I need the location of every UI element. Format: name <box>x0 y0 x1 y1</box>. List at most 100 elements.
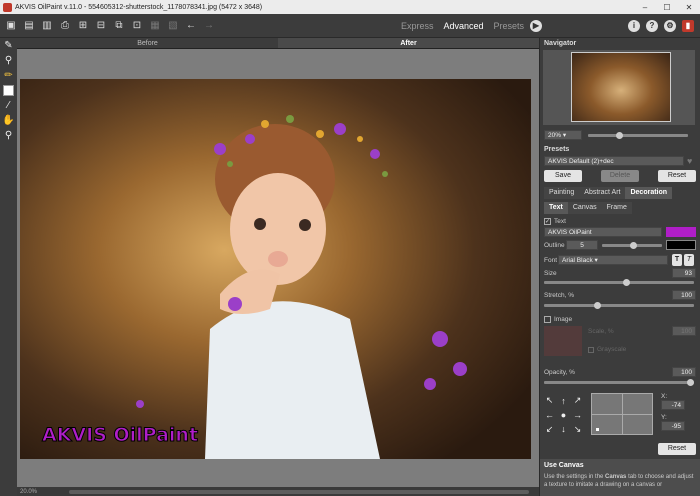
info-icon[interactable]: i <box>628 19 640 32</box>
arrow-down-icon[interactable]: ↓ <box>558 424 569 435</box>
image-preview[interactable] <box>544 326 582 356</box>
x-label: X: <box>661 393 668 400</box>
arrow-up-left-icon[interactable]: ↖ <box>544 395 555 406</box>
position-grid[interactable] <box>591 393 653 435</box>
position-arrows: ↖ ↑ ↗ ← ● → ↙ ↓ ↘ <box>544 395 583 435</box>
print-icon[interactable]: ⎙ <box>58 19 72 33</box>
image-viewport[interactable]: AKVIS OilPaint <box>17 49 539 487</box>
arrow-down-left-icon[interactable]: ↙ <box>544 424 555 435</box>
status-bar: 20.0% <box>17 487 539 496</box>
open-file-icon[interactable]: ▤ <box>22 19 36 33</box>
outline-slider[interactable] <box>602 241 662 249</box>
run-processing-icon[interactable]: ▶ <box>530 19 542 32</box>
size-input[interactable]: 93 <box>672 268 696 278</box>
gear-icon[interactable]: ⚙ <box>664 19 676 32</box>
image-checkbox[interactable] <box>544 316 551 323</box>
painted-photo[interactable]: AKVIS OilPaint <box>20 79 531 459</box>
stretch-label: Stretch, % <box>544 291 574 299</box>
mode-express[interactable]: Express <box>401 21 434 31</box>
window-title: AKVIS OilPaint v.11.0 - 554605312-shutte… <box>15 3 263 11</box>
oil-painting-image <box>20 79 531 459</box>
y-input[interactable]: -95 <box>661 421 685 431</box>
run-icon[interactable]: ▦ <box>148 19 162 33</box>
favorite-icon[interactable]: ♥ <box>687 156 692 166</box>
export-icon[interactable]: ⧉ <box>112 19 126 33</box>
mode-advanced[interactable]: Advanced <box>443 21 483 31</box>
opacity-slider[interactable] <box>544 379 694 386</box>
opacity-label: Opacity, % <box>544 368 575 376</box>
outline-color-swatch[interactable] <box>666 240 696 250</box>
italic-button[interactable]: T <box>684 254 694 266</box>
arrow-down-right-icon[interactable]: ↘ <box>572 424 583 435</box>
close-button[interactable]: ✕ <box>678 3 700 12</box>
text-checkbox[interactable]: ✓ <box>544 218 551 225</box>
outline-input[interactable]: 5 <box>566 240 598 250</box>
share-icon[interactable]: ⊞ <box>76 19 90 33</box>
settings-tabs: Painting Abstract Art Decoration <box>544 187 696 199</box>
crop-brush-icon[interactable]: ⚲ <box>0 53 17 68</box>
navigator-preview[interactable] <box>543 50 695 125</box>
scale-input[interactable]: 100 <box>672 326 696 336</box>
presets-header: Presets <box>544 146 570 153</box>
help-text: Use the settings in the Canvas tab to ch… <box>544 474 694 488</box>
save-icon[interactable]: ▥ <box>40 19 54 33</box>
grayscale-checkbox[interactable] <box>588 346 594 353</box>
scale-label: Scale, % <box>588 327 614 335</box>
batch-icon[interactable]: ⊟ <box>94 19 108 33</box>
hand-icon[interactable]: ✋ <box>0 113 17 128</box>
opacity-input[interactable]: 100 <box>672 367 696 377</box>
redo-icon[interactable]: → <box>202 19 216 33</box>
reset-text-button[interactable]: Reset <box>658 443 696 455</box>
help-panel: Use Canvas Use the settings in the Canva… <box>540 459 700 496</box>
navigator-thumbnail[interactable] <box>571 52 671 122</box>
reset-preset-button[interactable]: Reset <box>658 170 696 182</box>
delete-preset-button[interactable]: Delete <box>601 170 639 182</box>
tab-abstract-art[interactable]: Abstract Art <box>579 187 626 199</box>
maximize-button[interactable]: ☐ <box>656 3 678 12</box>
text-color-swatch[interactable] <box>666 227 696 237</box>
plugin-icon[interactable]: ⊡ <box>130 19 144 33</box>
minimize-button[interactable]: – <box>634 3 656 12</box>
open-image-icon[interactable]: ▣ <box>4 19 18 33</box>
center-dot-icon[interactable]: ● <box>558 409 569 420</box>
help-icon[interactable]: ? <box>646 19 658 32</box>
arrow-up-icon[interactable]: ↑ <box>558 395 569 406</box>
bold-button[interactable]: T <box>672 254 682 266</box>
tab-before[interactable]: Before <box>17 38 278 49</box>
arrow-right-icon[interactable]: → <box>572 409 583 420</box>
arrow-left-icon[interactable]: ← <box>544 409 555 420</box>
stretch-slider[interactable] <box>544 302 694 309</box>
font-label: Font <box>544 256 558 264</box>
tab-frame[interactable]: Frame <box>601 202 632 214</box>
font-select[interactable]: Arial Black ▾ <box>558 255 668 265</box>
undo-icon[interactable]: ← <box>184 19 198 33</box>
decoration-tabs: Text Canvas Frame <box>544 202 696 214</box>
save-preset-button[interactable]: Save <box>544 170 582 182</box>
stretch-input[interactable]: 100 <box>672 290 696 300</box>
size-label: Size <box>544 269 557 277</box>
x-input[interactable]: -74 <box>661 400 685 410</box>
zoom-select[interactable]: 20% ▾ <box>544 130 582 140</box>
brush-icon[interactable]: ✎ <box>0 38 17 53</box>
horizontal-scrollbar[interactable] <box>69 489 529 494</box>
tab-text[interactable]: Text <box>544 202 568 214</box>
pencil-icon[interactable]: ✏ <box>0 68 17 83</box>
arrow-up-right-icon[interactable]: ↗ <box>572 395 583 406</box>
layers-icon[interactable]: ▧ <box>166 19 180 33</box>
size-slider[interactable] <box>544 279 694 286</box>
zoom-status: 20.0% <box>20 488 38 495</box>
news-icon[interactable]: ▮ <box>682 19 694 32</box>
tab-canvas[interactable]: Canvas <box>567 202 602 214</box>
tab-decoration[interactable]: Decoration <box>625 187 673 199</box>
zoom-icon[interactable]: ⚲ <box>0 128 17 143</box>
tab-painting[interactable]: Painting <box>544 187 580 199</box>
image-checkbox-label: Image <box>554 316 573 323</box>
color-swatch-icon[interactable] <box>0 83 17 98</box>
text-input[interactable]: AKVIS OilPaint <box>544 227 662 237</box>
eyedropper-icon[interactable]: ⁄ <box>0 98 17 113</box>
tab-after[interactable]: After <box>278 38 539 49</box>
mode-presets[interactable]: Presets <box>493 21 524 31</box>
zoom-slider[interactable] <box>588 131 688 139</box>
grayscale-label: Grayscale <box>597 346 627 353</box>
preset-select[interactable]: AKVIS Default (2)+dec <box>544 156 684 166</box>
